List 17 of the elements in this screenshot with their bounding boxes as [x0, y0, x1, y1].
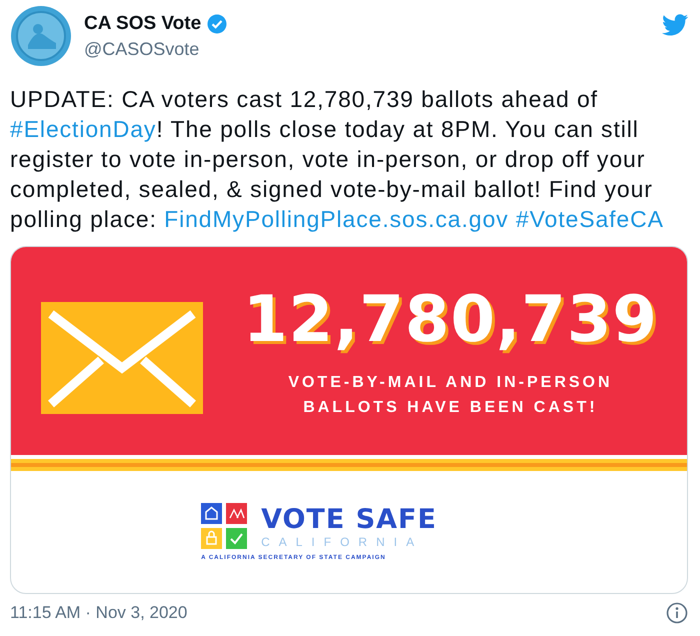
seal-avatar[interactable] [10, 5, 72, 67]
ballot-count: 12,780,739 [243, 282, 658, 358]
logo-subtitle: CALIFORNIA [261, 534, 424, 548]
envelope-icon [41, 302, 203, 414]
logo-squares-icon [201, 503, 248, 549]
account-name[interactable]: CA SOS Vote [84, 12, 202, 34]
caption-line: BALLOTS HAVE BEEN CAST! [303, 398, 598, 418]
link[interactable]: #ElectionDay [10, 116, 156, 142]
caption-line: VOTE-BY-MAIL AND IN-PERSON [288, 373, 613, 393]
link[interactable]: FindMyPollingPlace.sos.ca.gov [164, 206, 509, 232]
account-handle[interactable]: @CASOSvote [84, 38, 650, 60]
tweet-text: UPDATE: CA voters cast 12,780,739 ballots ahead of #ElectionDay! The polls close today at 8PM. You can still register to vote in-person, vote in-person, or drop off your completed, sealed, & signed vote-by-mail ballot! Find your polling place: FindMyPollingPlace.sos.ca.gov #VoteSafeCA [10, 85, 665, 234]
bird-logo-icon[interactable] [662, 14, 688, 36]
timestamp[interactable]: 11:15 AM · Nov 3, 2020 [10, 603, 188, 623]
info-icon[interactable] [666, 602, 688, 624]
link[interactable]: #VoteSafeCA [516, 206, 664, 232]
logo-title: VOTE SAFE [261, 504, 437, 534]
